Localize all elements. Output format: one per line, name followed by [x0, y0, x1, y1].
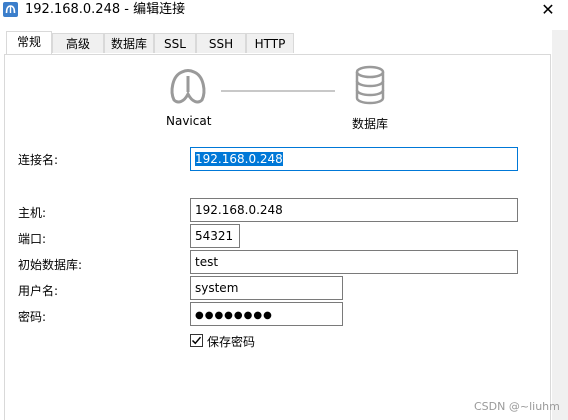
- database-icon: [355, 65, 385, 105]
- close-button[interactable]: ✕: [528, 0, 568, 20]
- tab-ssl[interactable]: SSL: [154, 33, 196, 53]
- connection-name-input[interactable]: 192.168.0.248: [190, 147, 518, 171]
- save-password-checkbox[interactable]: [190, 334, 203, 347]
- checkmark-icon: [191, 336, 202, 345]
- tab-general[interactable]: 常规: [6, 31, 52, 54]
- password-input[interactable]: ●●●●●●●●: [190, 302, 343, 326]
- host-label: 主机:: [18, 206, 47, 220]
- initial-database-label: 初始数据库:: [18, 258, 83, 272]
- navicat-logo-icon: [170, 69, 206, 104]
- tab-strip: 常规 高级 数据库 SSL SSH HTTP: [0, 30, 568, 54]
- password-label: 密码:: [18, 310, 47, 324]
- tab-advanced[interactable]: 高级: [52, 33, 104, 53]
- database-caption: 数据库: [352, 117, 389, 131]
- save-password-label: 保存密码: [207, 335, 256, 349]
- username-input[interactable]: system: [190, 276, 343, 300]
- csdn-watermark: CSDN @~liuhm: [474, 400, 560, 413]
- connection-line: [221, 90, 335, 92]
- right-scroll-strip: [552, 30, 568, 420]
- title-bar: 192.168.0.248 - 编辑连接 ✕: [0, 0, 568, 28]
- port-label: 端口:: [18, 232, 47, 246]
- tab-ssh[interactable]: SSH: [196, 33, 246, 53]
- port-input[interactable]: 54321: [190, 224, 240, 248]
- window-title: 192.168.0.248 - 编辑连接: [25, 2, 186, 17]
- password-mask: ●●●●●●●●: [195, 310, 273, 321]
- navicat-caption: Navicat: [166, 114, 212, 128]
- edit-connection-dialog: 192.168.0.248 - 编辑连接 ✕ 常规 高级 数据库 SSL SSH…: [0, 0, 568, 420]
- host-input[interactable]: 192.168.0.248: [190, 198, 518, 222]
- tab-http[interactable]: HTTP: [246, 33, 294, 53]
- username-label: 用户名:: [18, 284, 59, 298]
- initial-database-input[interactable]: test: [190, 250, 518, 274]
- tab-databases[interactable]: 数据库: [104, 33, 154, 53]
- navicat-app-icon: [3, 2, 18, 17]
- connection-name-value: 192.168.0.248: [195, 152, 283, 166]
- connection-name-label: 连接名:: [18, 153, 59, 167]
- general-panel: [4, 54, 551, 420]
